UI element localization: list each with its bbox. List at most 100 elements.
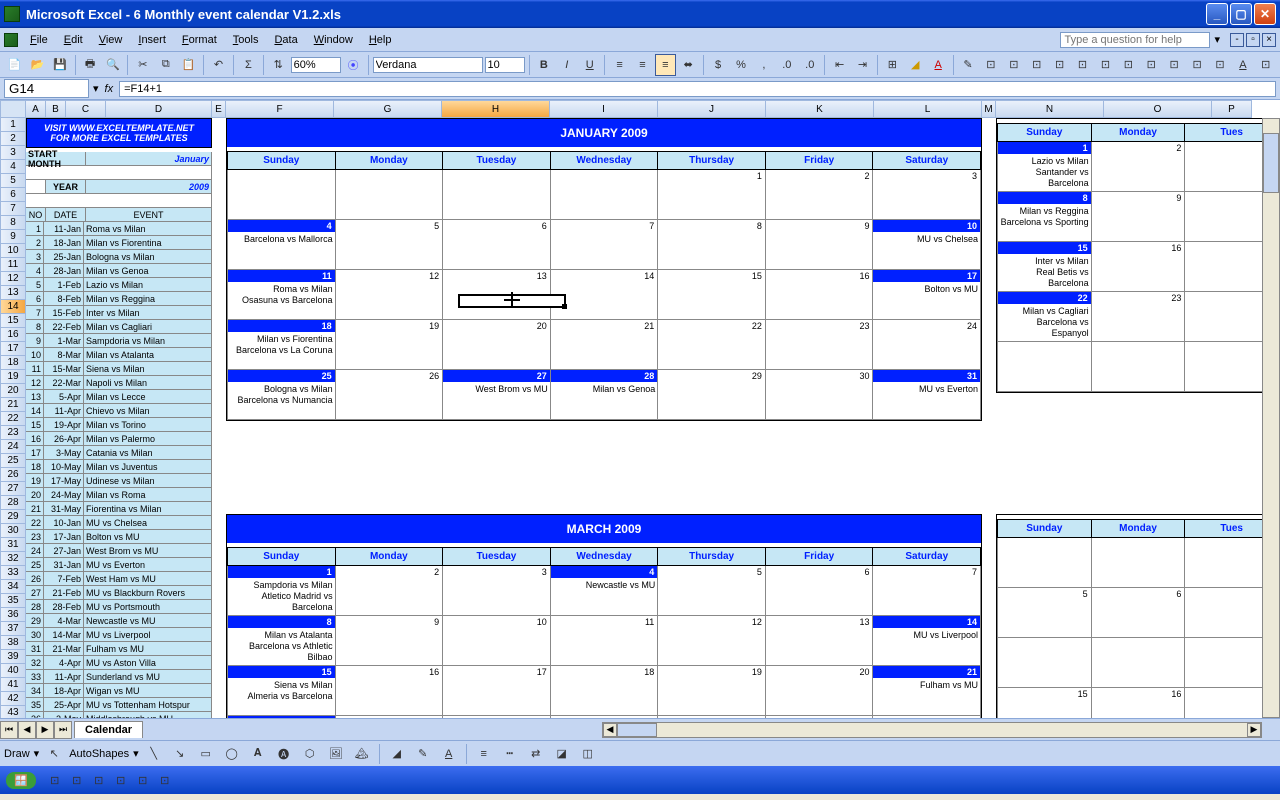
menu-help[interactable]: Help: [361, 32, 400, 48]
row-header-12[interactable]: 12: [0, 272, 26, 286]
dash-icon[interactable]: ┅: [499, 743, 521, 765]
event-row[interactable]: 173-MayCatania vs Milan: [26, 446, 212, 460]
scroll-thumb[interactable]: [617, 723, 657, 737]
tool-icon[interactable]: ⊡: [1210, 54, 1231, 76]
clipart-icon[interactable]: 🖼: [325, 743, 347, 765]
align-center-icon[interactable]: ≡: [632, 54, 653, 76]
row-header-21[interactable]: 21: [0, 398, 26, 412]
col-header-O[interactable]: O: [1104, 100, 1212, 118]
row-header-18[interactable]: 18: [0, 356, 26, 370]
row-header-43[interactable]: 43: [0, 706, 26, 718]
event-row[interactable]: 325-JanBologna vs Milan: [26, 250, 212, 264]
event-row[interactable]: 218-JanMilan vs Fiorentina: [26, 236, 212, 250]
calendar-day-cell[interactable]: 3: [443, 566, 551, 616]
row-header-8[interactable]: 8: [0, 216, 26, 230]
start-month-value[interactable]: January: [86, 152, 212, 165]
calendar-day-cell[interactable]: 14MU vs Liverpool: [873, 616, 981, 666]
textbox-icon[interactable]: 𝐀: [247, 743, 269, 765]
calendar-day-cell[interactable]: 11: [551, 616, 659, 666]
calendar-day-cell[interactable]: 13: [766, 616, 874, 666]
decimal-dec-icon[interactable]: .0: [799, 54, 820, 76]
picture-icon[interactable]: 🏔: [351, 743, 373, 765]
rect-icon[interactable]: ▭: [195, 743, 217, 765]
tab-prev-icon[interactable]: ◀: [18, 721, 36, 739]
row-header-20[interactable]: 20: [0, 384, 26, 398]
task-icon[interactable]: ⊡: [44, 769, 66, 791]
borders-icon[interactable]: ⊞: [882, 54, 903, 76]
row-header-27[interactable]: 27: [0, 482, 26, 496]
formula-input[interactable]: =F14+1: [119, 81, 1276, 97]
calendar-day-cell[interactable]: 28Milan vs Genoa: [551, 370, 659, 420]
row-header-4[interactable]: 4: [0, 160, 26, 174]
calendar-day-cell[interactable]: 21: [551, 320, 659, 370]
tool-icon[interactable]: ⊡: [1049, 54, 1070, 76]
preview-icon[interactable]: 🔍: [103, 54, 124, 76]
bold-icon[interactable]: B: [533, 54, 554, 76]
3d-icon[interactable]: ◫: [577, 743, 599, 765]
calendar-day-cell[interactable]: 15Siena vs MilanAlmeria vs Barcelona: [227, 666, 336, 716]
maximize-button[interactable]: ▢: [1230, 3, 1252, 25]
calendar-day-cell[interactable]: 1Lazio vs MilanSantander vs Barcelona: [997, 142, 1092, 192]
tool-icon[interactable]: ⊡: [1026, 54, 1047, 76]
calendar-day-cell[interactable]: 15: [997, 688, 1092, 718]
fill-icon[interactable]: ◢: [386, 743, 408, 765]
calendar-day-cell[interactable]: [227, 170, 336, 220]
calendar-day-cell[interactable]: 17: [443, 666, 551, 716]
tool-icon[interactable]: ⊡: [1255, 54, 1276, 76]
row-header-22[interactable]: 22: [0, 412, 26, 426]
calendar-day-cell[interactable]: [1092, 538, 1186, 588]
close-button[interactable]: ✕: [1254, 3, 1276, 25]
row-header-25[interactable]: 25: [0, 454, 26, 468]
row-header-9[interactable]: 9: [0, 230, 26, 244]
event-row[interactable]: 111-JanRoma vs Milan: [26, 222, 212, 236]
calendar-day-cell[interactable]: 9: [766, 220, 874, 270]
event-row[interactable]: 108-MarMilan vs Atalanta: [26, 348, 212, 362]
row-header-15[interactable]: 15: [0, 314, 26, 328]
event-row[interactable]: 3418-AprWigan vs MU: [26, 684, 212, 698]
event-row[interactable]: 1411-AprChievo vs Milan: [26, 404, 212, 418]
menu-insert[interactable]: Insert: [130, 32, 174, 48]
row-header-29[interactable]: 29: [0, 510, 26, 524]
copy-icon[interactable]: ⧉: [155, 54, 176, 76]
col-header-N[interactable]: N: [996, 100, 1104, 118]
task-icon[interactable]: ⊡: [132, 769, 154, 791]
fx-icon[interactable]: fx: [105, 83, 114, 95]
row-header-11[interactable]: 11: [0, 258, 26, 272]
event-row[interactable]: 2210-JanMU vs Chelsea: [26, 516, 212, 530]
horizontal-scrollbar[interactable]: ◀ ▶: [602, 722, 1262, 738]
calendar-day-cell[interactable]: 22: [658, 320, 766, 370]
tool-icon[interactable]: ✎: [958, 54, 979, 76]
col-header-P[interactable]: P: [1212, 100, 1252, 118]
indent-inc-icon[interactable]: ⇥: [852, 54, 873, 76]
spreadsheet-grid[interactable]: ABCDEFGHIJKLMNOP 12345678910111213141516…: [0, 100, 1280, 718]
calendar-day-cell[interactable]: [443, 170, 551, 220]
event-row[interactable]: 267-FebWest Ham vs MU: [26, 572, 212, 586]
calendar-day-cell[interactable]: 29: [658, 370, 766, 420]
calendar-day-cell[interactable]: 17Bolton vs MU: [873, 270, 981, 320]
row-header-5[interactable]: 5: [0, 174, 26, 188]
calendar-day-cell[interactable]: 5: [997, 588, 1092, 638]
help-search[interactable]: [1060, 32, 1210, 48]
help-icon[interactable]: ⦿: [343, 54, 364, 76]
calendar-day-cell[interactable]: 5: [658, 566, 766, 616]
calendar-day-cell[interactable]: 4Newcastle vs MU: [551, 566, 659, 616]
calendar-day-cell[interactable]: 6: [443, 220, 551, 270]
event-row[interactable]: 1626-AprMilan vs Palermo: [26, 432, 212, 446]
calendar-day-cell[interactable]: 12: [658, 616, 766, 666]
row-header-32[interactable]: 32: [0, 552, 26, 566]
event-row[interactable]: 1810-MayMilan vs Juventus: [26, 460, 212, 474]
zoom-select[interactable]: [291, 57, 341, 73]
italic-icon[interactable]: I: [556, 54, 577, 76]
sum-icon[interactable]: Σ: [238, 54, 259, 76]
tool-icon[interactable]: ⊡: [1118, 54, 1139, 76]
wordart-icon[interactable]: 🅐: [273, 743, 295, 765]
calendar-day-cell[interactable]: 6: [1092, 588, 1186, 638]
event-row[interactable]: 135-AprMilan vs Lecce: [26, 390, 212, 404]
calendar-day-cell[interactable]: 18Milan vs FiorentinaBarcelona vs La Cor…: [227, 320, 336, 370]
indent-dec-icon[interactable]: ⇤: [829, 54, 850, 76]
doc-restore-button[interactable]: ▫: [1246, 33, 1260, 47]
event-row[interactable]: 428-JanMilan vs Genoa: [26, 264, 212, 278]
calendar-day-cell[interactable]: 19: [658, 666, 766, 716]
event-row[interactable]: 1222-MarNapoli vs Milan: [26, 376, 212, 390]
calendar-day-cell[interactable]: 16: [1092, 242, 1186, 292]
